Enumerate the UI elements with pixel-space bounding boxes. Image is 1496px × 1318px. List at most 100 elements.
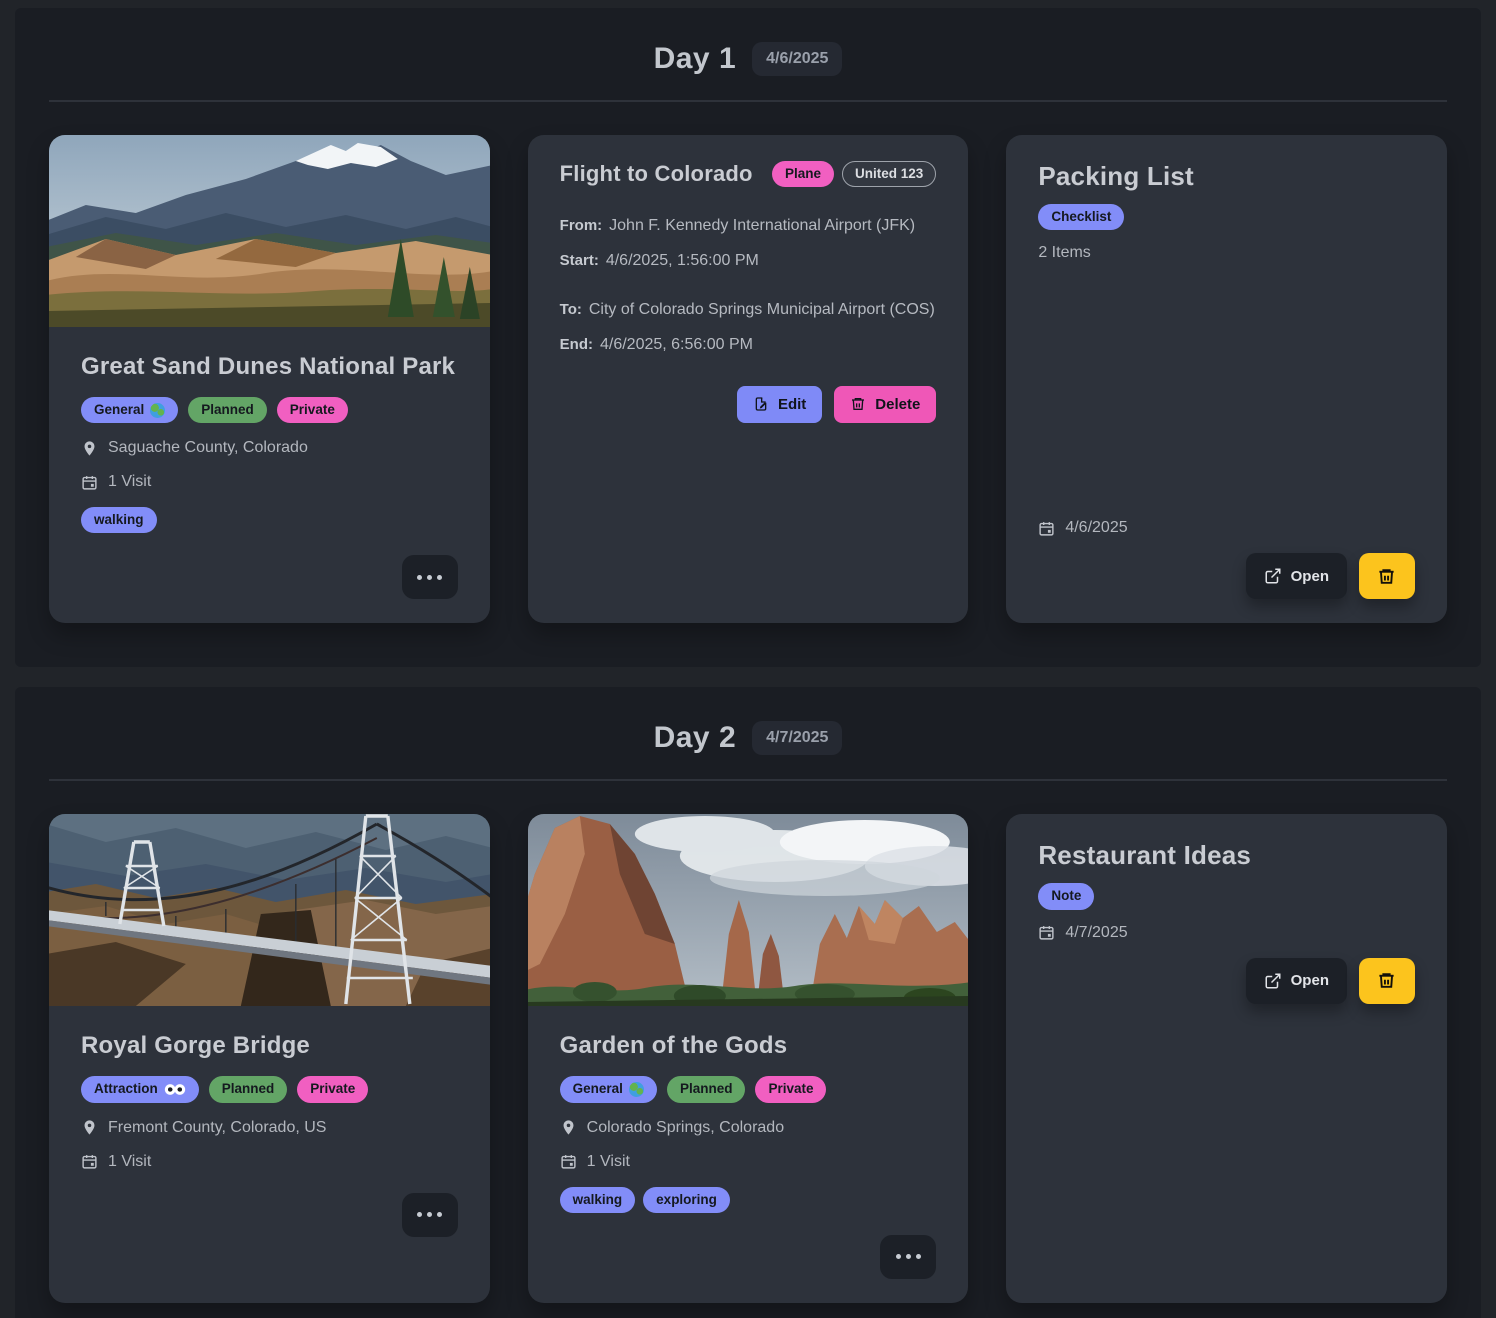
more-button[interactable] [402, 555, 458, 599]
day-2-section: Day 2 4/7/2025 [15, 687, 1481, 1318]
tag: walking [81, 507, 157, 533]
category-badge: General [560, 1076, 657, 1102]
tag-row: walking exploring [560, 1187, 937, 1213]
delete-button[interactable]: Delete [834, 386, 936, 423]
edit-label: Edit [778, 396, 806, 413]
day-date-badge: 4/6/2025 [752, 42, 842, 76]
day-1-section: Day 1 4/6/2025 [15, 8, 1481, 667]
place-card-royal-gorge[interactable]: Royal Gorge Bridge Attraction Planned Pr… [49, 814, 490, 1302]
day-date-badge: 4/7/2025 [752, 721, 842, 755]
open-button[interactable]: Open [1246, 553, 1347, 599]
location-text: Colorado Springs, Colorado [587, 1119, 784, 1137]
location-text: Fremont County, Colorado, US [108, 1119, 326, 1137]
delete-checklist-button[interactable] [1359, 553, 1415, 599]
visits-text: 1 Visit [108, 1153, 151, 1171]
end-row: End: 4/6/2025, 6:56:00 PM [560, 334, 937, 356]
privacy-badge: Private [277, 397, 348, 423]
edit-button[interactable]: Edit [737, 386, 822, 423]
more-icon [417, 575, 422, 580]
location-pin-icon [81, 440, 98, 457]
to-row: To: City of Colorado Springs Municipal Ai… [560, 299, 937, 321]
note-title: Restaurant Ideas [1038, 840, 1415, 871]
items-count: 2 Items [1038, 244, 1415, 262]
category-label: Attraction [94, 1081, 158, 1097]
place-card-great-sand-dunes[interactable]: Great Sand Dunes National Park General P… [49, 135, 490, 623]
calendar-icon [560, 1153, 577, 1170]
open-label: Open [1291, 972, 1329, 989]
more-button[interactable] [880, 1235, 936, 1279]
end-label: End: [560, 336, 593, 353]
open-button[interactable]: Open [1246, 958, 1347, 1004]
delete-note-button[interactable] [1359, 958, 1415, 1004]
status-badge: Planned [209, 1076, 288, 1102]
location-pin-icon [560, 1119, 577, 1136]
flight-code-badge: United 123 [842, 161, 936, 187]
location-row: Saguache County, Colorado [81, 439, 458, 457]
category-label: General [94, 402, 144, 418]
category-badge: General [81, 397, 178, 423]
visits-text: 1 Visit [587, 1153, 630, 1171]
tag: walking [560, 1187, 636, 1213]
category-badge: Attraction [81, 1076, 199, 1102]
day-title: Day 2 [654, 721, 737, 755]
location-row: Colorado Springs, Colorado [560, 1119, 937, 1137]
edit-file-icon [753, 396, 769, 412]
more-icon [417, 1212, 422, 1217]
location-text: Saguache County, Colorado [108, 439, 308, 457]
to-label: To: [560, 301, 582, 318]
eyes-icon [164, 1083, 186, 1096]
place-card-garden-of-the-gods[interactable]: Garden of the Gods General Planned Priva… [528, 814, 969, 1302]
end-value: 4/6/2025, 6:56:00 PM [600, 336, 753, 353]
to-value: City of Colorado Springs Municipal Airpo… [589, 301, 935, 318]
more-icon [896, 1254, 901, 1259]
flight-title: Flight to Colorado [560, 161, 753, 187]
privacy-badge: Private [297, 1076, 368, 1102]
delete-label: Delete [875, 396, 920, 413]
visits-row: 1 Visit [560, 1153, 937, 1171]
day-1-header: Day 1 4/6/2025 [49, 34, 1447, 100]
day-2-cards: Royal Gorge Bridge Attraction Planned Pr… [49, 814, 1447, 1302]
external-link-icon [1264, 972, 1282, 990]
day-1-cards: Great Sand Dunes National Park General P… [49, 135, 1447, 623]
status-badge: Planned [188, 397, 267, 423]
globe-icon [629, 1082, 644, 1097]
calendar-icon [81, 1153, 98, 1170]
from-row: From:John F. Kennedy International Airpo… [560, 215, 937, 237]
trash-icon [1377, 567, 1396, 586]
checklist-title: Packing List [1038, 161, 1415, 192]
place-title: Great Sand Dunes National Park [81, 353, 458, 381]
day-title: Day 1 [654, 42, 737, 76]
day-divider [49, 779, 1447, 781]
more-button[interactable] [402, 1193, 458, 1237]
globe-icon [150, 403, 165, 418]
note-date: 4/7/2025 [1065, 924, 1127, 942]
visits-row: 1 Visit [81, 1153, 458, 1171]
calendar-icon [1038, 924, 1055, 941]
checklist-card: Packing List Checklist 2 Items 4/6/2025 … [1006, 135, 1447, 623]
from-value: John F. Kennedy International Airport (J… [609, 217, 915, 234]
note-type-badge: Note [1038, 883, 1094, 909]
place-photo-dunes [49, 135, 490, 327]
external-link-icon [1264, 567, 1282, 585]
start-row: Start: 4/6/2025, 1:56:00 PM [560, 250, 937, 272]
trash-icon [850, 396, 866, 412]
note-card: Restaurant Ideas Note 4/7/2025 Open [1006, 814, 1447, 1302]
checklist-date: 4/6/2025 [1065, 519, 1127, 537]
place-photo-bridge [49, 814, 490, 1006]
calendar-icon [81, 474, 98, 491]
tag: exploring [643, 1187, 730, 1213]
category-label: General [573, 1081, 623, 1097]
day-2-header: Day 2 4/7/2025 [49, 713, 1447, 779]
start-label: Start: [560, 252, 599, 269]
status-badge: Planned [667, 1076, 746, 1102]
open-label: Open [1291, 568, 1329, 585]
place-title: Garden of the Gods [560, 1032, 937, 1060]
location-pin-icon [81, 1119, 98, 1136]
place-title: Royal Gorge Bridge [81, 1032, 458, 1060]
visits-text: 1 Visit [108, 473, 151, 491]
note-date-row: 4/7/2025 [1038, 924, 1415, 942]
place-photo-garden [528, 814, 969, 1006]
privacy-badge: Private [755, 1076, 826, 1102]
tag-row: walking [81, 507, 458, 533]
start-value: 4/6/2025, 1:56:00 PM [606, 252, 759, 269]
